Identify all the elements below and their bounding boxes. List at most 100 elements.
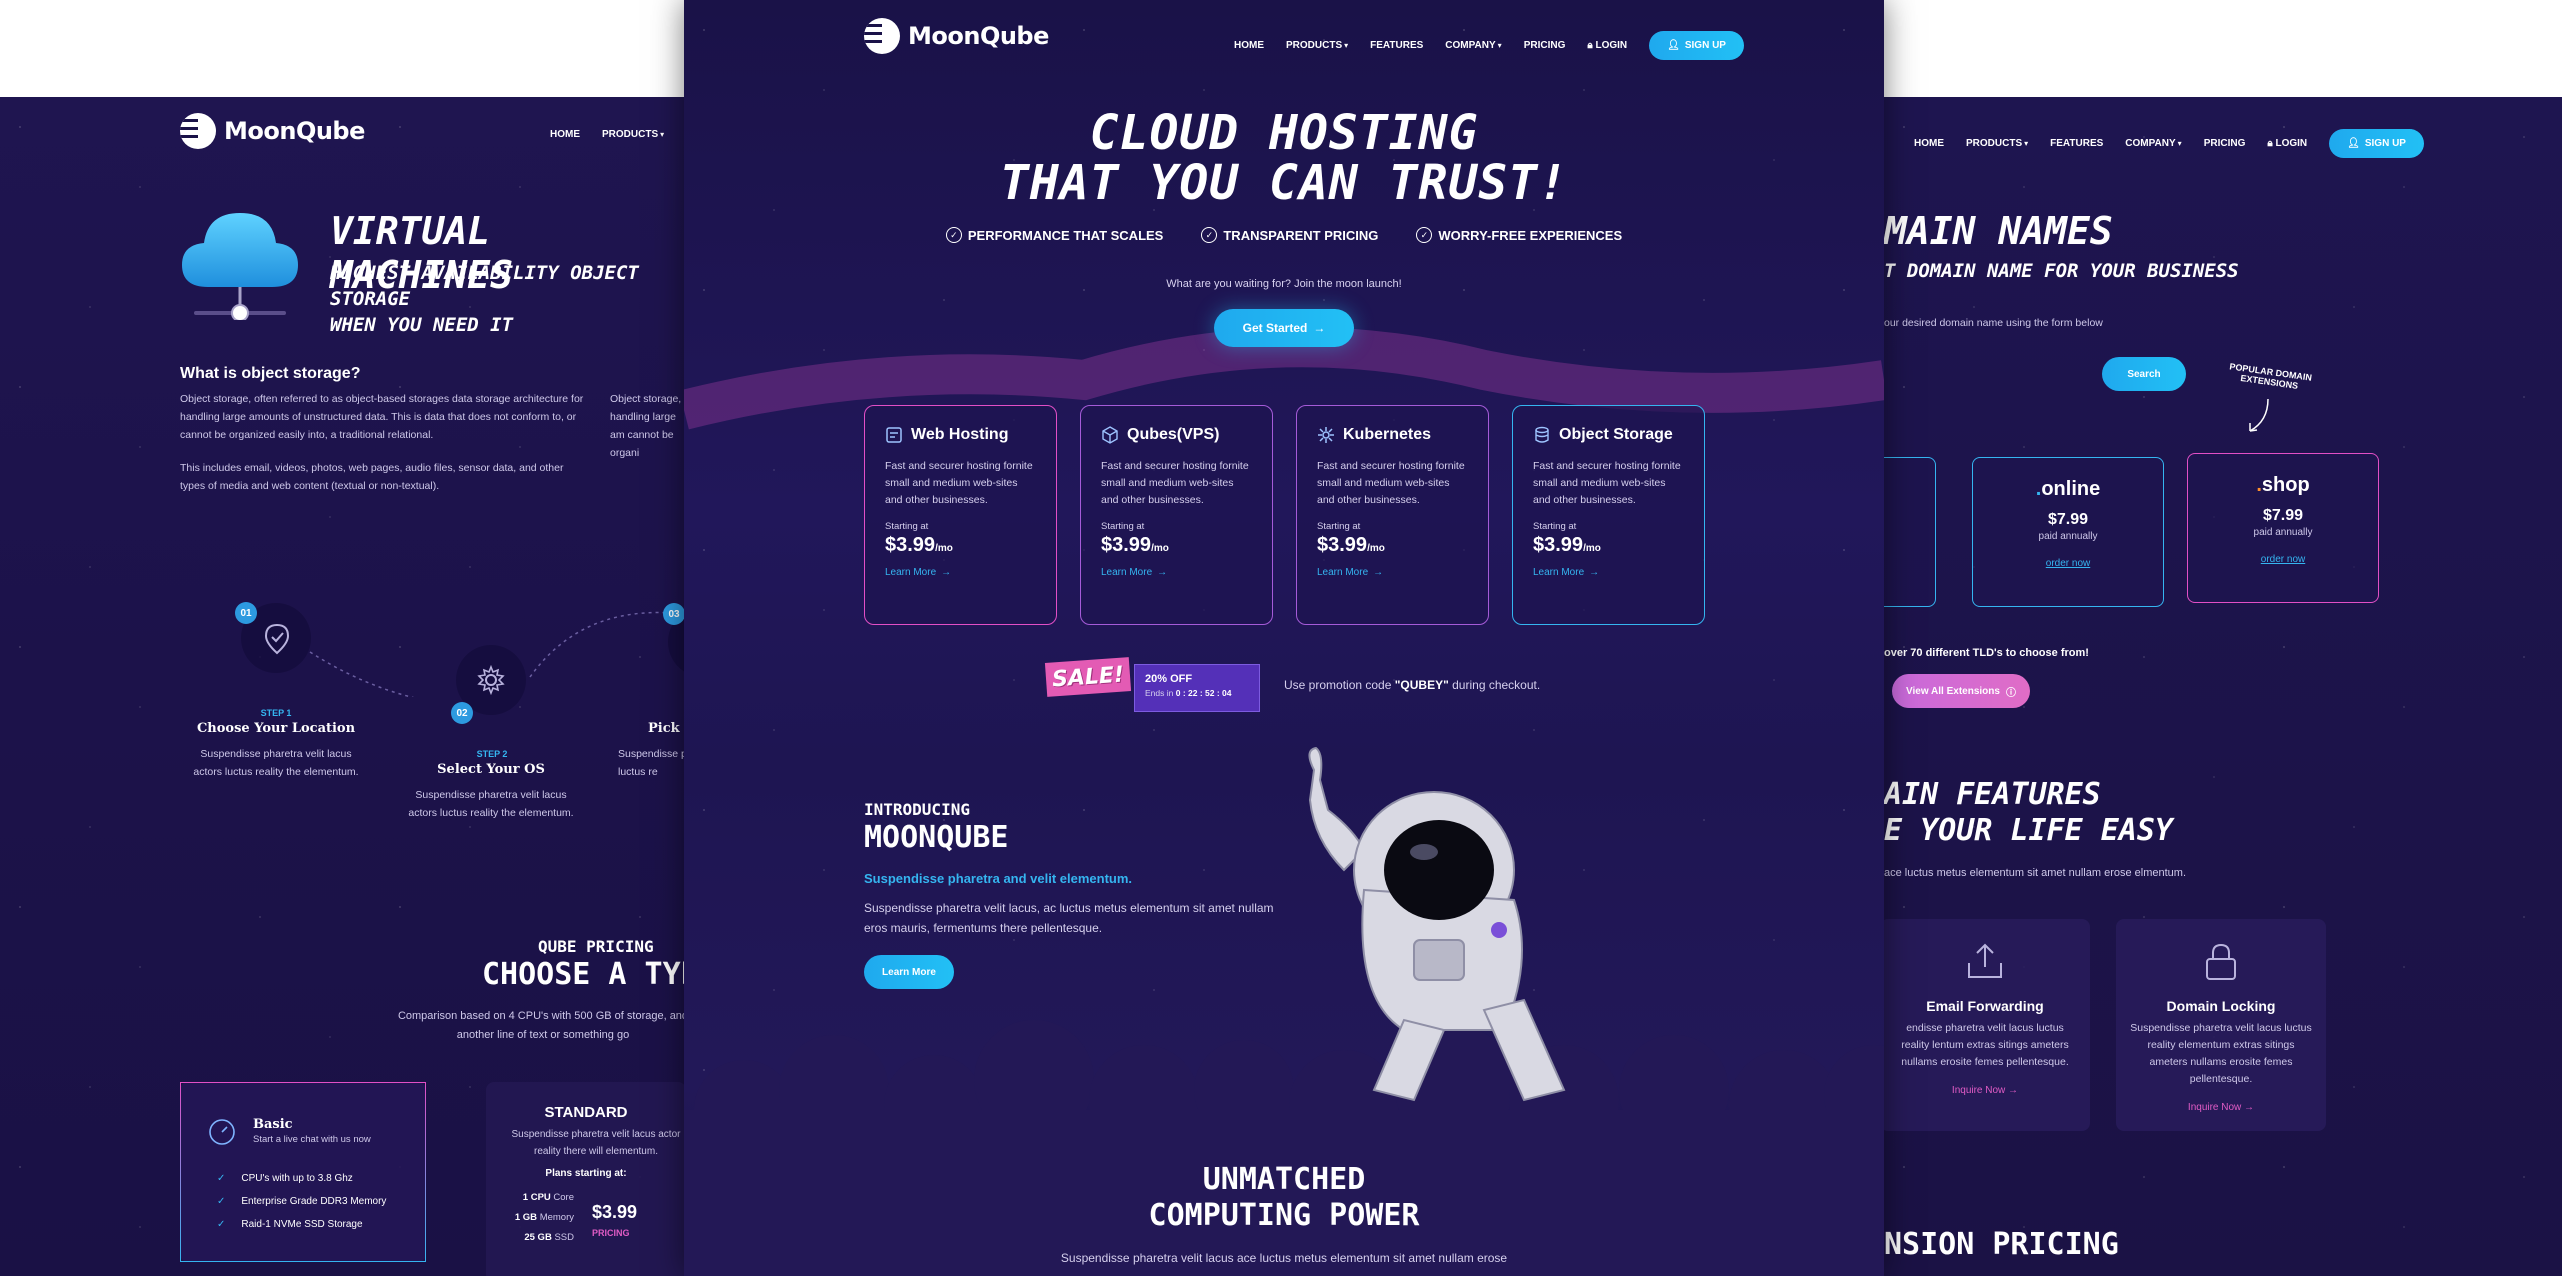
sale-countdown: 20% OFF Ends in 0 : 22 : 52 : 04	[1134, 664, 1260, 712]
user-icon: 👤︎	[2347, 138, 2360, 149]
nav-login[interactable]: 🔒︎ LOGIN	[2267, 138, 2307, 149]
pricing-link[interactable]: PRICING	[592, 1228, 630, 1238]
tld-card-shop[interactable]: .shop $7.99 paid annually order now	[2187, 453, 2379, 603]
step-label: STEP 2	[476, 749, 508, 759]
inquire-link[interactable]: Inquire Now →	[1884, 1085, 2090, 1096]
learn-more-link[interactable]: Learn More →	[1533, 567, 1684, 578]
logo-mark-icon	[864, 18, 900, 54]
feature-card-email-forwarding: Email Forwarding endisse pharetra velit …	[1884, 919, 2090, 1131]
speedometer-icon	[209, 1119, 235, 1145]
plans-label: Plans starting at:	[545, 1168, 627, 1179]
nav-pricing[interactable]: PRICING	[1524, 40, 1566, 51]
plan-price: $3.99	[592, 1202, 638, 1222]
cube-icon	[1102, 426, 1118, 444]
order-now-link[interactable]: order now	[1973, 558, 2163, 569]
check-icon: ✓	[217, 1173, 226, 1184]
nav-company[interactable]: COMPANY ▾	[2125, 138, 2181, 149]
card-desc: Fast and securer hosting fornite small a…	[1317, 460, 1465, 506]
step-title: Pick Y	[648, 721, 684, 736]
check-circle-icon: ✓	[945, 227, 962, 243]
product-card-object-storage[interactable]: Object Storage Fast and securer hosting …	[1512, 405, 1705, 625]
plan-desc: Suspendisse pharetra velit lacus actor r…	[511, 1129, 681, 1157]
view-all-extensions-button[interactable]: View All Extensions ⓘ	[1892, 674, 2030, 708]
card-price: $3.99/mo	[1317, 534, 1385, 556]
nav-home[interactable]: HOME	[1234, 40, 1264, 51]
card-title: Object Storage	[1559, 426, 1673, 443]
chevron-down-icon: ▾	[2177, 139, 2182, 148]
learn-more-button[interactable]: Learn More	[864, 955, 954, 989]
gear-icon	[477, 665, 505, 695]
nav-products[interactable]: PRODUCTS ▾	[1966, 138, 2028, 149]
tld-count-text: over 70 different TLD's to choose from!	[1884, 647, 2089, 659]
nav-home[interactable]: HOME	[1914, 138, 1944, 149]
get-started-button[interactable]: Get Started →	[1214, 309, 1354, 347]
location-pin-icon	[264, 623, 290, 655]
card-price: $3.99/mo	[1533, 534, 1601, 556]
card-desc: Fast and securer hosting fornite small a…	[1533, 460, 1681, 506]
page-title: MAIN NAMES	[1884, 209, 2113, 253]
product-card-qubes-vps[interactable]: Qubes(VPS) Fast and securer hosting forn…	[1080, 405, 1273, 625]
nav-features[interactable]: FEATURES	[1370, 40, 1423, 51]
card-title: Kubernetes	[1343, 426, 1432, 443]
arrow-right-icon: →	[941, 567, 952, 578]
step-label: STEP 1	[260, 708, 292, 718]
signup-button[interactable]: 👤︎ SIGN UP	[2329, 129, 2424, 158]
plan-features: ✓ CPU's with up to 3.8 Ghz ✓ Enterprise Gr…	[217, 1173, 387, 1230]
card-title: Qubes(VPS)	[1127, 426, 1220, 443]
left-preview-panel: MoonQube HOME PRODUCTS▾ FEA VIRTUAL MACH…	[0, 97, 684, 1276]
features-title: AIN FEATURES E YOUR LIFE EASY	[1884, 777, 2173, 848]
upload-tray-icon	[1968, 943, 2002, 978]
check-circle-icon: ✓	[1416, 227, 1433, 243]
plan-name: STANDARD	[544, 1104, 628, 1121]
astronaut-illustration-icon	[1308, 746, 1566, 1102]
check-icon: ✓	[217, 1196, 226, 1207]
check-icon: ✓	[217, 1219, 226, 1230]
intro-subtitle: Suspendisse pharetra and velit elementum…	[864, 871, 1133, 886]
intro-eyebrow: INTRODUCING	[864, 800, 970, 819]
product-card-kubernetes[interactable]: Kubernetes Fast and securer hosting forn…	[1296, 405, 1489, 625]
lock-icon	[2206, 943, 2236, 980]
learn-more-link[interactable]: Learn More →	[1101, 567, 1252, 578]
step-title: Select Your OS	[437, 762, 545, 777]
learn-more-link[interactable]: Learn More →	[885, 567, 1036, 578]
domain-search-button[interactable]: Search	[2102, 357, 2186, 391]
arrow-right-icon: →	[1157, 567, 1168, 578]
card-price: $3.99/mo	[1101, 534, 1169, 556]
feature-title: Domain Locking	[2166, 998, 2276, 1014]
tld-card-online[interactable]: .online $7.99 paid annually order now	[1972, 457, 2164, 607]
section-title: UNMATCHED COMPUTING POWER	[1148, 1162, 1420, 1233]
learn-more-link[interactable]: Learn More →	[1317, 567, 1468, 578]
hero-tagline: What are you waiting for? Join the moon …	[1166, 278, 1402, 290]
features-subtitle: ace luctus metus elementum sit amet null…	[1884, 867, 2187, 879]
step-desc: Suspendisse p luctus re	[618, 748, 684, 778]
plan-card-basic[interactable]: Basic Start a live chat with us now ✓ CPU…	[180, 1082, 426, 1262]
card-price: $3.99/mo	[885, 534, 953, 556]
lock-icon: 🔒︎	[2267, 138, 2273, 149]
step-title: Choose Your Location	[196, 721, 356, 736]
kubernetes-helm-icon	[1318, 427, 1334, 443]
order-now-link[interactable]: order now	[2188, 554, 2378, 565]
lock-icon: 🔒︎	[1587, 40, 1593, 51]
logo[interactable]: MoonQube	[864, 18, 1049, 54]
card-desc: Fast and securer hosting fornite small a…	[1101, 460, 1249, 506]
curved-arrow-icon	[2249, 398, 2269, 432]
plan-tagline: Start a live chat with us now	[253, 1134, 371, 1145]
info-icon: ⓘ	[2005, 687, 2016, 699]
step-number: 03	[663, 603, 684, 625]
section-eyebrow: QUBE PRICING	[538, 937, 654, 956]
nav-products[interactable]: PRODUCTS ▾	[1286, 40, 1348, 51]
nav-features[interactable]: FEATURES	[2050, 138, 2103, 149]
signup-button[interactable]: 👤︎ SIGN UP	[1649, 31, 1744, 60]
section-text: Comparison based on 4 CPU's with 500 GB …	[397, 1010, 684, 1041]
nav-company[interactable]: COMPANY ▾	[1445, 40, 1501, 51]
inquire-link[interactable]: Inquire Now →	[2116, 1102, 2326, 1113]
right-preview-panel: HOME PRODUCTS ▾ FEATURES COMPANY ▾ PRICING…	[1884, 97, 2562, 1276]
feature-card-domain-locking: Domain Locking Suspendisse pharetra veli…	[2116, 919, 2326, 1131]
plan-name: Basic	[253, 1117, 293, 1132]
nav-login[interactable]: 🔒︎ LOGIN	[1587, 40, 1627, 51]
step-desc: Suspendisse pharetra velit lacus actors …	[193, 748, 359, 778]
plan-card-standard[interactable]: STANDARD Suspendisse pharetra velit lacu…	[486, 1082, 684, 1276]
nav-pricing[interactable]: PRICING	[2204, 138, 2246, 149]
feature-desc: Suspendisse pharetra velit lacus luctus …	[2130, 1022, 2312, 1085]
product-card-web-hosting[interactable]: Web Hosting Fast and securer hosting for…	[864, 405, 1057, 625]
